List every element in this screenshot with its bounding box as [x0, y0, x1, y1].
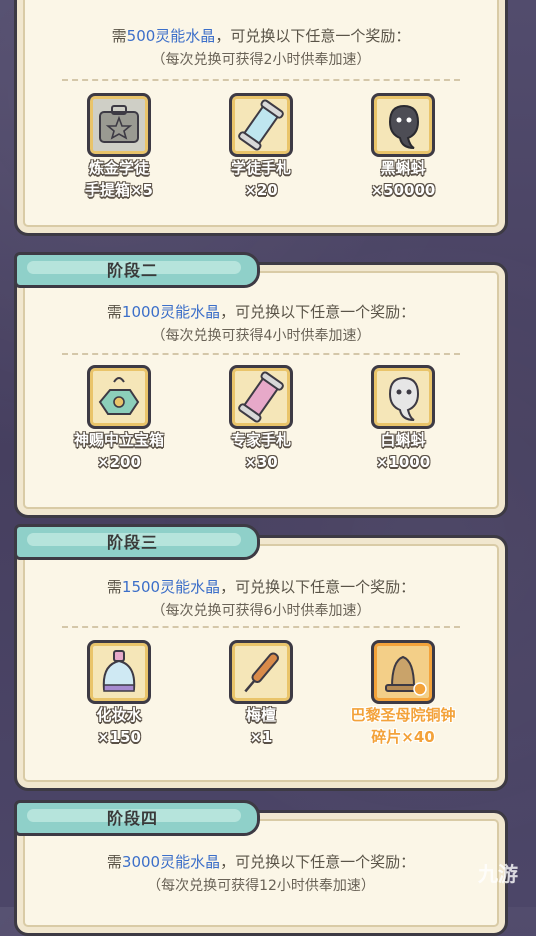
reward-name: 巴黎圣母院铜钟 — [350, 706, 456, 724]
reward-quantity: ×20 — [244, 181, 278, 199]
reward-name: 学徒手札 — [230, 159, 291, 177]
reward-item[interactable]: 专家手札 ×30 — [186, 365, 336, 473]
divider — [62, 353, 460, 355]
reward-item[interactable]: 学徒手札 ×20 — [186, 93, 336, 201]
reward-quantity: 碎片×40 — [371, 728, 435, 746]
reward-name: 白蝌蚪 — [380, 431, 426, 449]
bell-fragment-icon — [371, 640, 435, 704]
stage-3-note: （每次兑换可获得6小时供奉加速） — [151, 603, 371, 619]
reward-quantity: ×30 — [244, 453, 278, 471]
stage-3-requirement: 需1500灵能水晶，可兑换以下任意一个奖励： — [106, 578, 416, 596]
reward-item[interactable]: 黑蝌蚪 ×50000 — [328, 93, 478, 201]
expert-scroll-icon — [229, 365, 293, 429]
incense-stick-icon — [229, 640, 293, 704]
reward-item[interactable]: 神赐中立宝箱 ×200 — [44, 365, 194, 473]
watermark: 九游 — [478, 862, 518, 886]
reward-name: 化妆水 — [96, 706, 142, 724]
stage-title: 阶段二 — [107, 261, 159, 280]
treasure-chest-icon — [87, 365, 151, 429]
perfume-bottle-icon — [87, 640, 151, 704]
reward-item[interactable]: 炼金学徒 手提箱×5 — [44, 93, 194, 201]
stage-1-note: （每次兑换可获得2小时供奉加速） — [151, 52, 371, 68]
reward-quantity: ×200 — [97, 453, 141, 471]
reward-name: 炼金学徒 — [88, 159, 149, 177]
stage-title: 阶段四 — [107, 809, 159, 828]
stage-3-card: 需1500灵能水晶，可兑换以下任意一个奖励： （每次兑换可获得6小时供奉加速） … — [14, 535, 508, 791]
reward-item[interactable]: 化妆水 ×150 — [44, 640, 194, 748]
divider — [62, 626, 460, 628]
reward-item[interactable]: 白蝌蚪 ×1000 — [328, 365, 478, 473]
reward-item[interactable]: 巴黎圣母院铜钟 碎片×40 — [328, 640, 478, 748]
reward-quantity: ×1000 — [375, 453, 431, 471]
stage-3-tab: 阶段三 — [14, 524, 260, 560]
reward-name: 梅檀 — [245, 706, 276, 724]
stage-2-note: （每次兑换可获得4小时供奉加速） — [151, 328, 371, 344]
stage-2-card: 需1000灵能水晶，可兑换以下任意一个奖励： （每次兑换可获得4小时供奉加速） … — [14, 262, 508, 518]
reward-quantity: 手提箱×5 — [84, 181, 153, 199]
stage-1-requirement: 需500灵能水晶，可兑换以下任意一个奖励： — [111, 27, 411, 45]
stage-2-requirement: 需1000灵能水晶，可兑换以下任意一个奖励： — [106, 303, 416, 321]
white-tadpole-icon — [371, 365, 435, 429]
reward-item[interactable]: 梅檀 ×1 — [186, 640, 336, 748]
divider — [62, 79, 460, 81]
reward-quantity: ×150 — [97, 728, 141, 746]
reward-name: 专家手札 — [230, 431, 291, 449]
reward-quantity: ×1 — [249, 728, 273, 746]
black-tadpole-icon — [371, 93, 435, 157]
briefcase-icon — [87, 93, 151, 157]
stage-4-requirement: 需3000灵能水晶，可兑换以下任意一个奖励： — [106, 853, 416, 871]
stage-2-tab: 阶段二 — [14, 252, 260, 288]
stage-4-note: （每次兑换可获得12小时供奉加速） — [147, 878, 375, 894]
reward-quantity: ×50000 — [370, 181, 436, 199]
reward-name: 神赐中立宝箱 — [73, 431, 164, 449]
scroll-icon — [229, 93, 293, 157]
stage-title: 阶段三 — [107, 533, 159, 552]
stage-1-card: 需500灵能水晶，可兑换以下任意一个奖励： （每次兑换可获得2小时供奉加速） 炼… — [14, 0, 508, 236]
stage-4-tab: 阶段四 — [14, 800, 260, 836]
reward-name: 黑蝌蚪 — [380, 159, 426, 177]
